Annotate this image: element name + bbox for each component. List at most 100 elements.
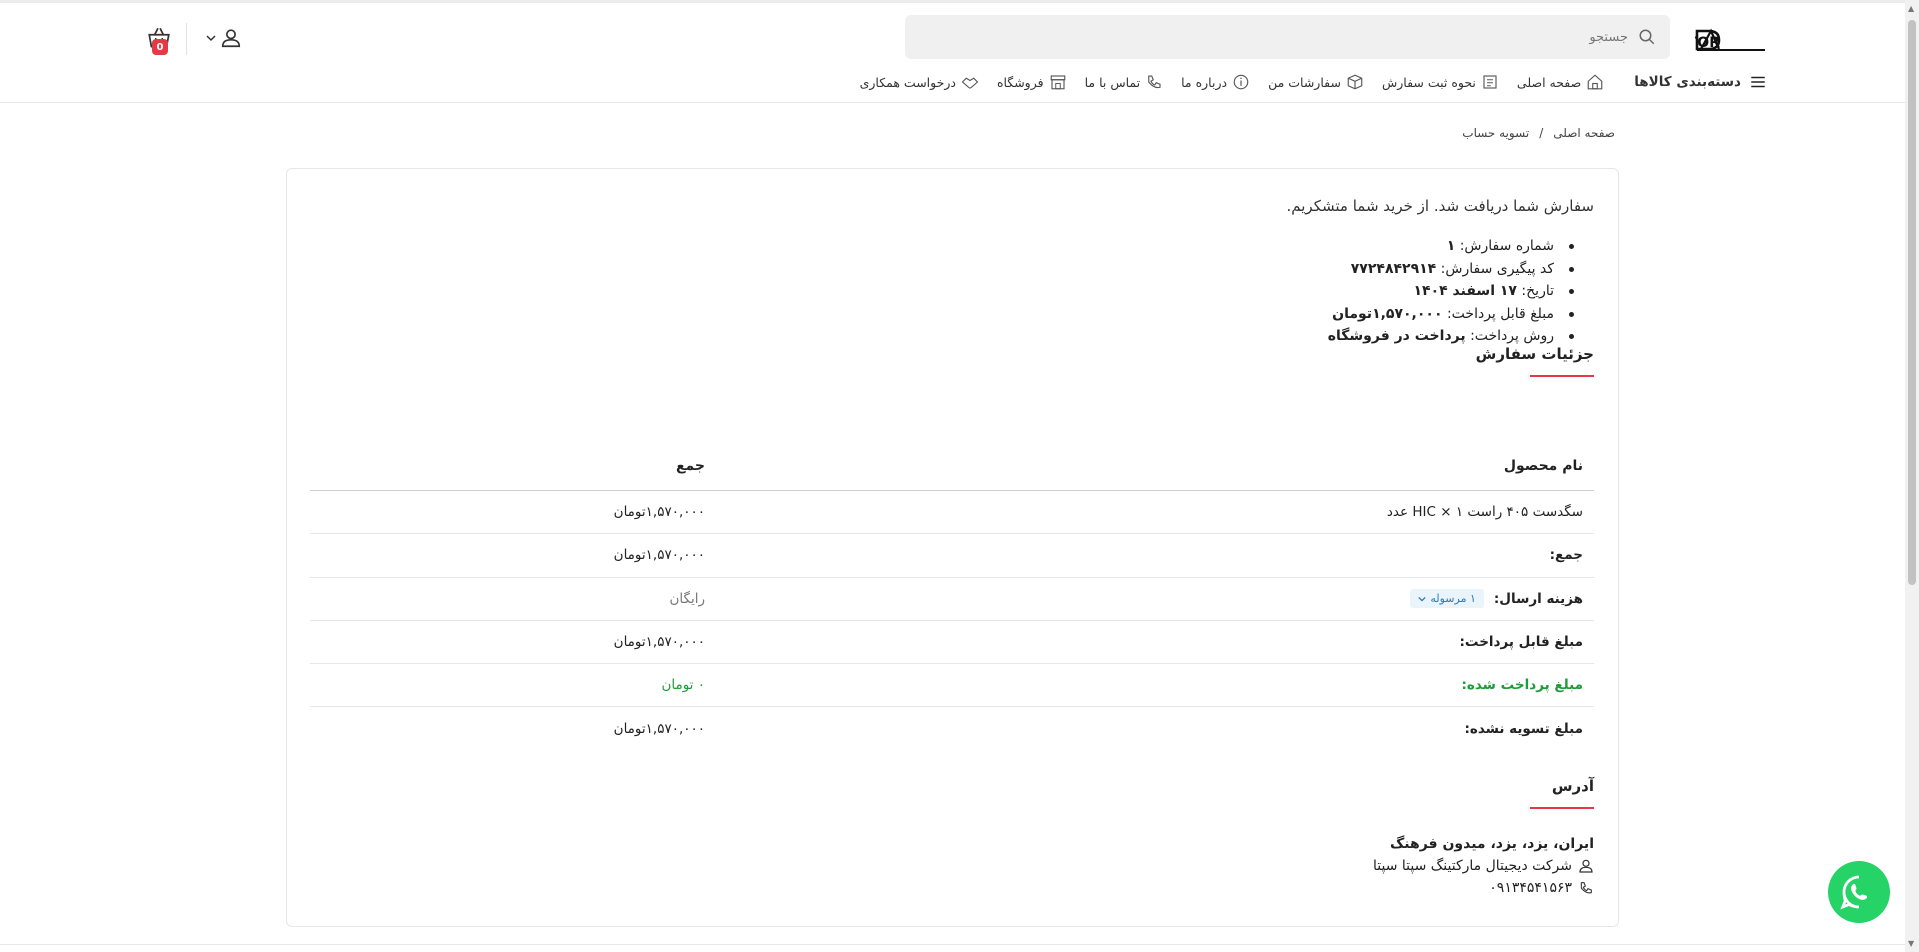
amount-payable-label: مبلغ قابل پرداخت: — [1446, 305, 1554, 322]
breadcrumb-home[interactable]: صفحه اصلی — [1553, 126, 1615, 140]
home-icon — [1587, 74, 1603, 90]
footer-separator — [0, 944, 1905, 945]
search-icon — [1639, 29, 1655, 45]
shipment-toggle[interactable]: ۱ مرسوله — [1410, 589, 1484, 609]
nav-contact-label: تماس با ما — [1084, 74, 1141, 90]
order-date-label: تاریخ: — [1521, 283, 1554, 299]
paid-value: ۰ تومان — [661, 677, 705, 694]
company-name: شرکت دیجیتال مارکتینگ سپتا سپتا — [1372, 858, 1572, 874]
shipment-count: ۱ مرسوله — [1430, 592, 1476, 606]
order-number: شماره سفارش: ۱ — [1328, 235, 1578, 258]
user-icon — [1579, 859, 1593, 873]
nav-order-guide[interactable]: نحوه ثبت سفارش — [1382, 73, 1499, 91]
amount-payable: مبلغ قابل پرداخت: ۱,۵۷۰,۰۰۰تومان — [1328, 303, 1578, 326]
product-name[interactable]: سگدست ۴۰۵ راست HIC × ۱ عدد — [1387, 504, 1583, 520]
table-row-unpaid: مبلغ تسویه نشده: ۱,۵۷۰,۰۰۰تومان — [310, 707, 1594, 750]
search-input[interactable]: جستجو — [1589, 30, 1628, 45]
whatsapp-button[interactable] — [1828, 861, 1890, 923]
order-date-value: ۱۷ اسفند ۱۴۰۴ — [1413, 283, 1517, 299]
nav-store[interactable]: فروشگاه — [997, 73, 1067, 91]
order-date: تاریخ: ۱۷ اسفند ۱۴۰۴ — [1328, 280, 1578, 303]
table-header-row: نام محصول جمع — [310, 441, 1594, 491]
order-guide-icon — [1483, 75, 1497, 89]
breadcrumb-current: تسویه حساب — [1462, 126, 1530, 140]
shipping-value: رایگان — [669, 590, 705, 607]
order-number-label: شماره سفارش: — [1459, 238, 1554, 254]
tracking-code-label: کد پیگیری سفارش: — [1440, 260, 1554, 277]
site-logo[interactable]: DAMOTOR — [1639, 25, 1767, 53]
nav-home[interactable]: صفحه اصلی — [1517, 73, 1604, 91]
payment-method-value: پرداخت در فروشگاه — [1327, 328, 1466, 344]
box-icon — [1347, 74, 1363, 90]
handshake-icon — [961, 77, 979, 89]
table-row-subtotal: جمع: ۱,۵۷۰,۰۰۰تومان — [310, 534, 1594, 578]
hamburger-icon — [1751, 76, 1765, 88]
search-bar[interactable]: جستجو — [905, 15, 1670, 59]
cart-count-badge: 0 — [152, 39, 168, 55]
nav-cooperation-label: درخواست همکاری — [859, 74, 956, 90]
breadcrumb-separator: / — [1539, 126, 1544, 140]
order-received-card: سفارش شما دریافت شد. از خرید شما متشکریم… — [286, 168, 1619, 927]
cart-button[interactable]: 0 — [138, 25, 172, 59]
nav-order-guide-label: نحوه ثبت سفارش — [1381, 74, 1476, 90]
order-details-title: جزئیات سفارش — [1475, 345, 1595, 377]
whatsapp-icon — [1840, 875, 1868, 910]
table-row-payable: مبلغ قابل پرداخت: ۱,۵۷۰,۰۰۰تومان — [310, 621, 1594, 665]
table-row-product: سگدست ۴۰۵ راست HIC × ۱ عدد ۱,۵۷۰,۰۰۰توما… — [310, 491, 1594, 535]
paid-label: مبلغ پرداخت شده: — [1461, 677, 1584, 694]
nav-store-label: فروشگاه — [996, 74, 1044, 90]
nav-my-orders-label: سفارشات من — [1268, 74, 1341, 90]
address-phone: ۰۹۱۳۴۵۴۱۵۶۳ — [1373, 877, 1594, 899]
info-icon — [1233, 74, 1249, 90]
table-row-paid: مبلغ پرداخت شده: ۰ تومان — [310, 664, 1594, 708]
thank-you-message: سفارش شما دریافت شد. از خرید شما متشکریم… — [1286, 197, 1595, 215]
nav-contact[interactable]: تماس با ما — [1085, 73, 1164, 91]
shipping-label: هزینه ارسال: — [1493, 590, 1583, 607]
subtotal-label: جمع: — [1549, 547, 1583, 564]
amount-payable-value: ۱,۵۷۰,۰۰۰تومان — [1332, 305, 1443, 322]
payable-label: مبلغ قابل پرداخت: — [1459, 634, 1583, 651]
chevron-down-icon — [1418, 596, 1427, 602]
unpaid-value: ۱,۵۷۰,۰۰۰تومان — [613, 721, 705, 738]
phone-number: ۰۹۱۳۴۵۴۱۵۶۳ — [1489, 880, 1572, 896]
col-total-header: جمع — [675, 457, 705, 474]
site-header: DAMOTOR جستجو 0 — [0, 3, 1905, 103]
nav-about-label: درباره ما — [1181, 74, 1228, 90]
unpaid-label: مبلغ تسویه نشده: — [1464, 721, 1583, 738]
chevron-down-icon — [206, 35, 216, 42]
address-company: شرکت دیجیتال مارکتینگ سپتا سپتا — [1373, 855, 1594, 877]
address-location: ایران، یزد، یزد، میدون فرهنگ — [1389, 836, 1594, 852]
payment-method-label: روش پرداخت: — [1470, 328, 1554, 344]
account-menu[interactable] — [206, 27, 242, 49]
damotor-logo-icon: DAMOTOR — [1639, 28, 1765, 51]
nav-cooperation[interactable]: درخواست همکاری — [860, 73, 979, 91]
categories-label: دسته‌بندی کالاها — [1634, 74, 1741, 90]
order-details-table: نام محصول جمع سگدست ۴۰۵ راست HIC × ۱ عدد… — [310, 441, 1594, 751]
subtotal-value: ۱,۵۷۰,۰۰۰تومان — [613, 547, 705, 564]
order-overview: شماره سفارش: ۱ کد پیگیری سفارش: ۷۷۲۴۸۴۲۹… — [1328, 235, 1578, 348]
order-number-value: ۱ — [1446, 238, 1456, 254]
table-row-shipping: هزینه ارسال: ۱ مرسوله رایگان — [310, 578, 1594, 621]
categories-menu[interactable]: دسته‌بندی کالاها — [1634, 73, 1767, 91]
nav-my-orders[interactable]: سفارشات من — [1268, 73, 1364, 91]
scrollbar-thumb[interactable] — [1908, 20, 1916, 585]
phone-icon — [1580, 882, 1592, 894]
header-separator — [0, 102, 1905, 103]
payable-value: ۱,۵۷۰,۰۰۰تومان — [613, 634, 705, 651]
logo-text: DAMOTOR — [1695, 35, 1720, 51]
main-nav: دسته‌بندی کالاها صفحه اصلی نحوه ثبت سفار… — [860, 73, 1767, 91]
nav-home-label: صفحه اصلی — [1516, 74, 1582, 90]
nav-about[interactable]: درباره ما — [1181, 73, 1250, 91]
scroll-up-arrow-icon[interactable]: ▲ — [1908, 4, 1914, 13]
product-total: ۱,۵۷۰,۰۰۰تومان — [613, 504, 705, 521]
shipping-address: ایران، یزد، یزد، میدون فرهنگ شرکت دیجیتا… — [1373, 833, 1594, 899]
phone-icon — [1148, 75, 1161, 89]
tracking-code-value: ۷۷۲۴۸۴۲۹۱۴ — [1350, 260, 1437, 277]
store-icon — [1050, 75, 1065, 90]
address-title: آدرس — [1529, 777, 1595, 809]
col-product-header: نام محصول — [1503, 457, 1583, 474]
scroll-down-arrow-icon[interactable]: ▼ — [1908, 939, 1914, 948]
page-scrollbar[interactable]: ▲ ▼ — [1905, 0, 1919, 952]
header-divider — [186, 23, 187, 55]
user-icon — [221, 29, 241, 48]
